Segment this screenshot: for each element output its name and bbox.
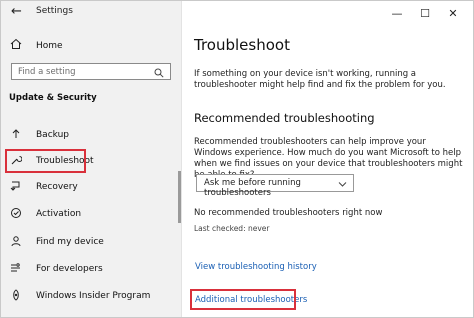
recovery-icon	[9, 180, 23, 195]
settings-window: ← Settings — ☐ ✕ Home Find a setting Upd…	[0, 0, 474, 318]
main-content: Troubleshoot If something on your device…	[182, 1, 473, 317]
insider-program-icon	[9, 288, 23, 304]
sidebar-item-find-my-device[interactable]: Find my device	[9, 232, 177, 252]
last-checked-text: Last checked: never	[194, 224, 270, 233]
sidebar-item-label: Backup	[36, 130, 69, 140]
home-nav-item[interactable]: Home	[9, 38, 63, 53]
intro-text: If something on your device isn't workin…	[194, 69, 446, 90]
dropdown-selected-value: Ask me before running troubleshooters	[204, 178, 301, 198]
search-icon[interactable]	[154, 65, 164, 81]
sidebar-item-label: Recovery	[36, 182, 78, 192]
sidebar-item-backup[interactable]: Backup	[9, 125, 177, 145]
window-title: Settings	[36, 6, 73, 16]
no-recommended-text: No recommended troubleshooters right now	[194, 208, 383, 218]
sidebar-item-for-developers[interactable]: For developers	[9, 259, 177, 279]
view-history-link[interactable]: View troubleshooting history	[195, 262, 317, 272]
developer-tools-icon	[9, 262, 23, 277]
activation-icon	[9, 207, 23, 222]
title-bar: ← Settings	[1, 1, 181, 25]
section-title: Update & Security	[9, 93, 97, 103]
search-input[interactable]: Find a setting	[11, 63, 171, 80]
sidebar-item-recovery[interactable]: Recovery	[9, 177, 177, 197]
home-label: Home	[36, 40, 63, 51]
sidebar-item-label: Windows Insider Program	[36, 291, 151, 301]
sidebar-item-windows-insider[interactable]: Windows Insider Program	[9, 286, 177, 306]
backup-icon	[9, 128, 23, 143]
troubleshoot-highlight-box	[5, 149, 86, 173]
chevron-down-icon	[338, 177, 347, 192]
sidebar-item-activation[interactable]: Activation	[9, 204, 177, 224]
back-arrow-icon[interactable]: ←	[11, 4, 22, 19]
sidebar-item-label: Find my device	[36, 237, 104, 247]
recommended-heading: Recommended troubleshooting	[194, 111, 375, 125]
home-icon	[9, 38, 23, 53]
sidebar-item-label: For developers	[36, 264, 103, 274]
search-placeholder: Find a setting	[18, 67, 76, 77]
troubleshoot-preference-dropdown[interactable]: Ask me before running troubleshooters	[196, 174, 354, 198]
sidebar-scrollbar[interactable]	[178, 171, 181, 223]
additional-troubleshooters-highlight-box	[190, 289, 296, 310]
page-title: Troubleshoot	[194, 36, 290, 54]
person-location-icon	[9, 235, 23, 250]
sidebar-item-label: Activation	[36, 209, 82, 219]
